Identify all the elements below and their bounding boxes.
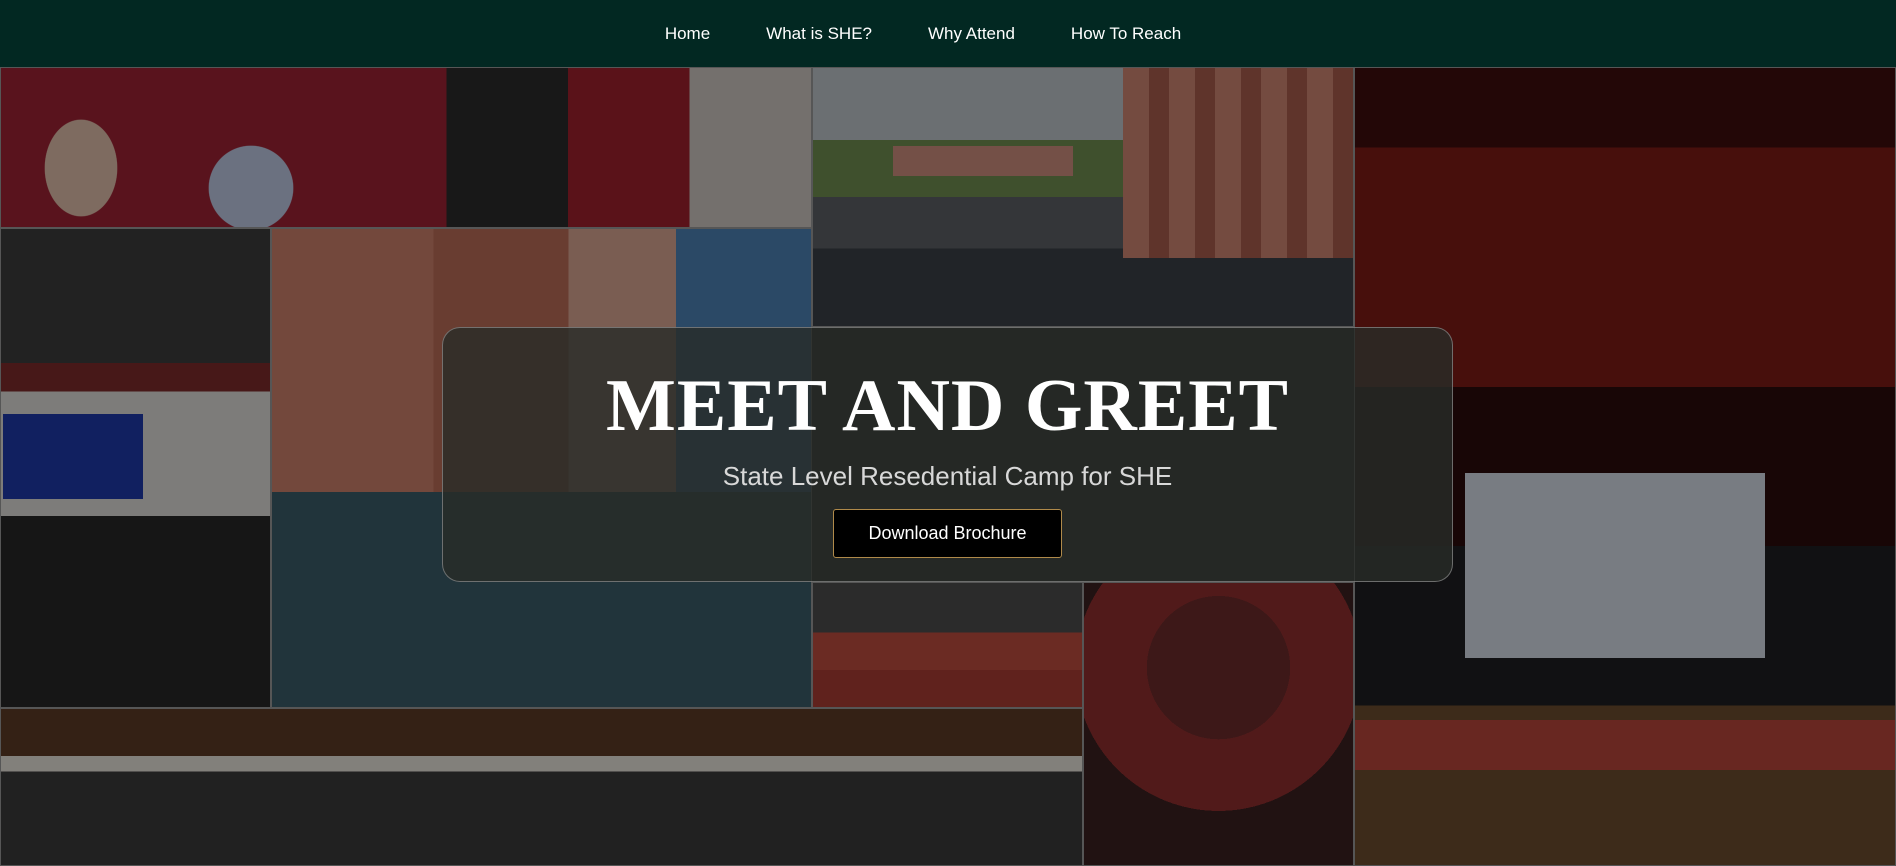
- photo-audience-hall: [1083, 582, 1354, 866]
- nav-link-why-attend[interactable]: Why Attend: [900, 24, 1043, 44]
- photo-students-seated: [0, 67, 812, 228]
- nav-link-what-is-she[interactable]: What is SHE?: [738, 24, 900, 44]
- photo-group-outdoors: [812, 67, 1354, 327]
- photo-engineering-college-entrance: [0, 228, 271, 708]
- download-brochure-button[interactable]: Download Brochure: [833, 509, 1062, 558]
- nav-link-how-to-reach[interactable]: How To Reach: [1043, 24, 1209, 44]
- nav-links: Home What is SHE? Why Attend How To Reac…: [637, 24, 1209, 44]
- hero-card: MEET AND GREET State Level Resedential C…: [442, 327, 1453, 582]
- hero-subtitle: State Level Resedential Camp for SHE: [722, 461, 1173, 491]
- photo-award-ceremony: [812, 582, 1083, 708]
- hero-title: MEET AND GREET: [606, 365, 1289, 447]
- photo-group-smiling: [0, 708, 1083, 866]
- top-navbar: Home What is SHE? Why Attend How To Reac…: [0, 0, 1896, 67]
- nav-link-home[interactable]: Home: [637, 24, 738, 44]
